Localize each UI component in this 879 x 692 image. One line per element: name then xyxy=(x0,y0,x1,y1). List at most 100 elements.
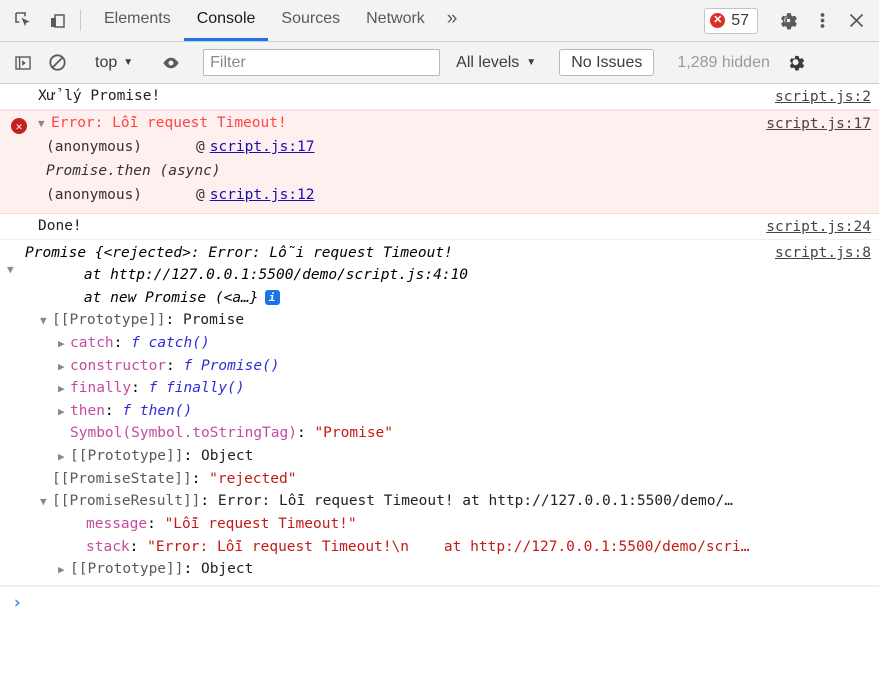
console-message-log[interactable]: Done! script.js:24 xyxy=(0,214,879,240)
error-title-row[interactable]: Error: Lỗi request Timeout! xyxy=(0,115,879,131)
expand-triangle-icon[interactable] xyxy=(58,358,69,375)
issues-button[interactable]: No Issues xyxy=(559,49,655,76)
stack-frame-link[interactable]: script.js:17 xyxy=(210,139,315,155)
expand-triangle-icon[interactable] xyxy=(40,493,51,510)
console-prompt[interactable]: › xyxy=(0,585,879,620)
gear-icon[interactable] xyxy=(771,10,805,31)
stack-frame-at: @ xyxy=(196,187,205,203)
console-message-object[interactable]: script.js:8 Promise {<rejected>: Error: … xyxy=(0,240,879,586)
property-key: catch xyxy=(70,335,114,352)
property-key: finally xyxy=(70,380,132,397)
property-value: Object xyxy=(200,448,254,465)
property-value: then() xyxy=(139,402,193,419)
property-separator: : xyxy=(183,448,201,465)
console-message-log[interactable]: Xử lý Promise! script.js:2 xyxy=(0,84,879,110)
close-icon[interactable] xyxy=(839,11,873,30)
devtools-tabbar: Elements Console Sources Network » ✕ 57 xyxy=(0,0,879,42)
property-value: Error: Lỗi request Timeout! at http://12… xyxy=(217,493,733,510)
more-tabs-icon[interactable]: » xyxy=(438,0,467,41)
property-value: "Lỗi request Timeout!" xyxy=(164,515,357,532)
object-property-row[interactable]: then: f then() xyxy=(0,400,879,423)
expand-triangle-icon[interactable] xyxy=(58,380,69,397)
object-property-row[interactable]: stack: "Error: Lỗi request Timeout!\n at… xyxy=(0,536,879,559)
property-key: [[Prototype]] xyxy=(52,312,166,329)
object-property-row[interactable]: Symbol(Symbol.toStringTag): "Promise" xyxy=(0,422,879,445)
tab-elements[interactable]: Elements xyxy=(91,0,184,41)
preview-line: at new Promise (<a…} i xyxy=(25,287,468,309)
source-link[interactable]: script.js:24 xyxy=(766,219,871,235)
property-key: Symbol(Symbol.toStringTag) xyxy=(70,425,297,442)
property-key: then xyxy=(70,402,105,419)
object-property-row[interactable]: [[PromiseState]]: "rejected" xyxy=(0,468,879,491)
property-separator: : xyxy=(131,380,149,397)
object-property-row[interactable]: [[Prototype]]: Promise xyxy=(0,309,879,332)
property-key: [[Prototype]] xyxy=(70,561,184,578)
expand-triangle-icon[interactable] xyxy=(58,561,69,578)
property-value: Promise() xyxy=(200,357,280,374)
live-expression-icon[interactable] xyxy=(154,48,188,78)
error-count-badge[interactable]: ✕ 57 xyxy=(704,7,758,34)
error-badge-icon: ✕ xyxy=(710,13,726,28)
console-message-error[interactable]: ✕ Error: Lỗi request Timeout! script.js:… xyxy=(0,110,879,214)
property-value: finally() xyxy=(166,380,245,397)
filter-input[interactable] xyxy=(203,49,441,76)
console-message-list[interactable]: Xử lý Promise! script.js:2 ✕ Error: Lỗi … xyxy=(0,84,879,692)
chevron-down-icon: ▼ xyxy=(123,57,134,68)
tab-network[interactable]: Network xyxy=(353,0,438,41)
expand-triangle-icon[interactable] xyxy=(58,335,69,352)
object-property-row[interactable]: [[PromiseResult]]: Error: Lỗi request Ti… xyxy=(0,490,879,513)
property-value: Object xyxy=(200,561,254,578)
property-value: "Error: Lỗi request Timeout!\n at http:/… xyxy=(147,538,750,555)
inspect-element-icon[interactable] xyxy=(6,0,40,41)
panel-tabs: Elements Console Sources Network » xyxy=(91,0,466,41)
log-level-selector[interactable]: All levels ▼ xyxy=(446,54,546,72)
function-glyph-icon: f xyxy=(131,335,149,352)
expand-triangle-icon[interactable] xyxy=(58,403,69,420)
function-glyph-icon: f xyxy=(148,380,167,397)
expand-triangle-icon[interactable] xyxy=(7,263,18,276)
property-key: [[Prototype]] xyxy=(70,448,184,465)
object-property-row[interactable]: finally: f finally() xyxy=(0,377,879,400)
object-property-row[interactable]: message: "Lỗi request Timeout!" xyxy=(0,513,879,536)
expand-triangle-icon[interactable] xyxy=(58,448,69,465)
tab-console[interactable]: Console xyxy=(183,0,269,41)
object-property-row[interactable]: [[Prototype]]: Object xyxy=(0,558,879,581)
property-key: [[PromiseState]] xyxy=(52,470,192,487)
property-value: "rejected" xyxy=(209,470,297,487)
stack-frame-link[interactable]: script.js:12 xyxy=(210,187,315,203)
expand-triangle-icon[interactable] xyxy=(38,117,49,130)
console-filter-toolbar: top ▼ All levels ▼ No Issues 1,289 hidde… xyxy=(0,42,879,84)
stack-frame-at: @ xyxy=(196,139,205,155)
tab-sources[interactable]: Sources xyxy=(268,0,353,41)
toolbar-divider xyxy=(80,10,81,31)
stack-frame-async: Promise.then (async) xyxy=(0,163,879,179)
property-key: [[PromiseResult]] xyxy=(52,493,201,510)
error-count-label: 57 xyxy=(731,11,749,29)
property-separator: : xyxy=(113,335,132,352)
sidebar-toggle-icon[interactable] xyxy=(6,48,40,78)
function-glyph-icon: f xyxy=(122,402,140,419)
object-property-row[interactable]: [[Prototype]]: Object xyxy=(0,445,879,468)
source-link[interactable]: script.js:8 xyxy=(775,245,871,261)
expand-triangle-icon[interactable] xyxy=(40,312,51,329)
property-separator: : xyxy=(296,425,315,442)
stack-frame-function: Promise.then (async) xyxy=(46,163,221,179)
kebab-menu-icon[interactable] xyxy=(805,11,839,30)
object-property-row[interactable]: catch: f catch() xyxy=(0,332,879,355)
stack-frame: (anonymous) @ script.js:12 xyxy=(0,187,879,203)
object-preview-row[interactable]: Promise {<rejected>: Error: Lỗi request … xyxy=(0,242,879,309)
property-value: Promise xyxy=(182,312,245,329)
preview-line: at http://127.0.0.1:5500/demo/script.js:… xyxy=(49,267,469,284)
property-separator: : xyxy=(200,493,218,510)
source-link[interactable]: script.js:2 xyxy=(775,89,871,105)
property-separator: : xyxy=(104,402,123,419)
info-badge-icon[interactable]: i xyxy=(264,289,280,305)
object-property-list: [[Prototype]]: Promisecatch: f catch()co… xyxy=(0,309,879,580)
source-link[interactable]: script.js:17 xyxy=(766,116,871,132)
console-settings-icon[interactable] xyxy=(780,48,814,78)
clear-console-icon[interactable] xyxy=(40,48,74,78)
console-log-text: Xử lý Promise! xyxy=(38,88,161,104)
execution-context-selector[interactable]: top ▼ xyxy=(87,54,141,72)
object-property-row[interactable]: constructor: f Promise() xyxy=(0,355,879,378)
device-toolbar-icon[interactable] xyxy=(40,0,74,41)
